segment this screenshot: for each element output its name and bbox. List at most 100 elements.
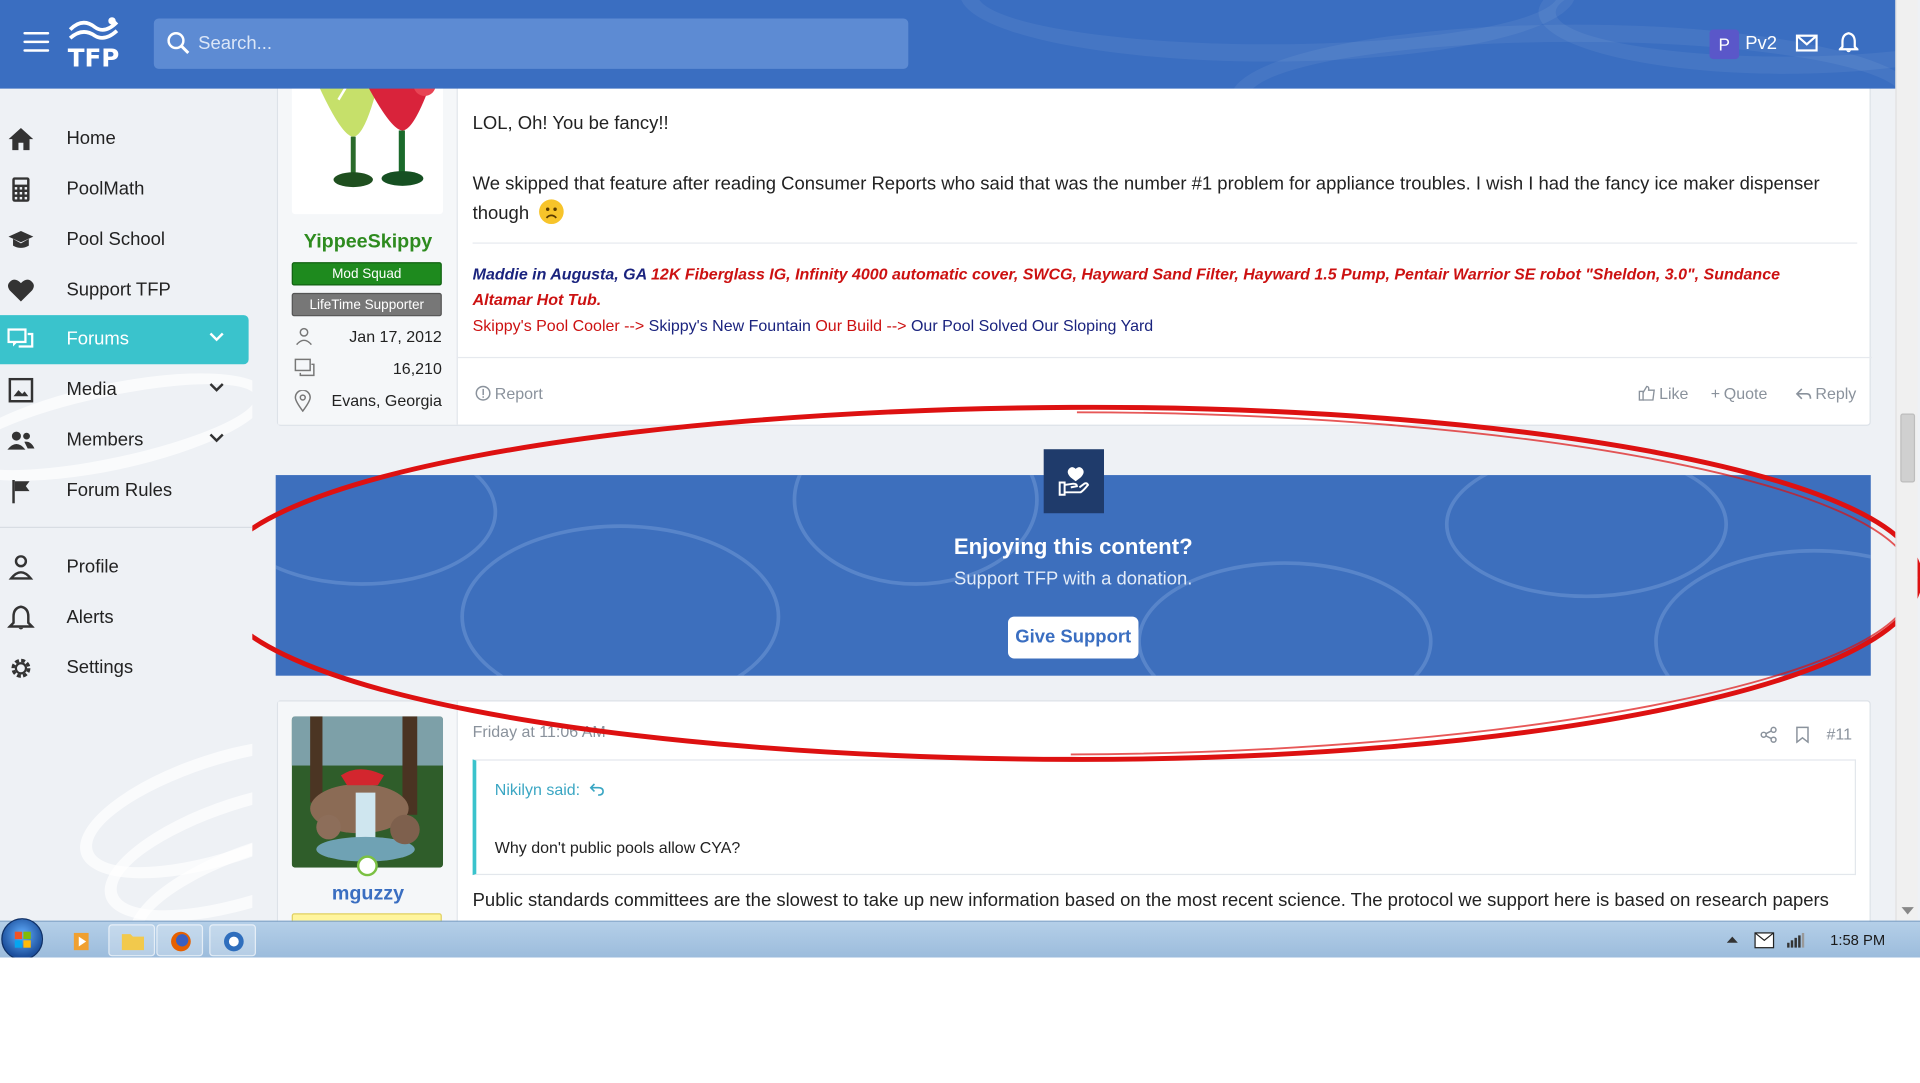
browser-viewport: YippeeSkippy Mod Squad LifeTime Supporte… (0, 0, 1920, 958)
quote-block: Nikilyn said: Why don't public pools all… (472, 759, 1856, 876)
home-icon (8, 127, 34, 151)
sidebar-item-label: PoolMath (66, 178, 145, 200)
messages-stat: 16,210 (292, 356, 442, 383)
sidebar-item-label: Media (66, 379, 117, 400)
taskbar-clock[interactable]: 1:58 PM (1830, 932, 1885, 949)
sidebar-item-forum-rules[interactable]: Forum Rules (0, 466, 249, 515)
sidebar-item-home[interactable]: Home (0, 114, 249, 163)
page-scrollbar[interactable] (1895, 0, 1918, 921)
taskbar-firefox[interactable] (156, 924, 204, 957)
like-button[interactable]: Like (1638, 384, 1688, 402)
signature-link-build[interactable]: Our Pool Solved Our Sloping Yard (911, 316, 1153, 334)
calculator-icon (12, 177, 30, 202)
windows-logo-icon (14, 931, 31, 948)
user-avatar-initial[interactable]: P (1709, 29, 1740, 60)
post-number[interactable]: #11 (1826, 725, 1852, 743)
share-icon[interactable] (1760, 726, 1777, 743)
gear-icon (11, 658, 31, 678)
post-text-line-2: We skipped that feature after reading Co… (472, 173, 1820, 195)
users-icon (7, 431, 35, 450)
post-username[interactable]: YippeeSkippy (278, 231, 458, 253)
sidebar-nav: Home PoolMath Pool School Support TFP Fo… (0, 88, 253, 921)
donation-heart-hand-icon (1043, 449, 1104, 514)
sidebar-item-support-tfp[interactable]: Support TFP (0, 266, 249, 315)
quote-button[interactable]: + Quote (1711, 384, 1768, 402)
sidebar-item-poolmath[interactable]: PoolMath (0, 165, 249, 214)
post-text-line-1: LOL, Oh! You be fancy!! (472, 113, 669, 135)
sidebar-item-label: Pool School (66, 228, 165, 250)
start-button[interactable] (1, 918, 44, 958)
online-status-icon (356, 855, 378, 877)
folder-icon (121, 934, 144, 951)
taskbar-app[interactable] (209, 924, 256, 957)
quote-label: Quote (1723, 383, 1768, 403)
bookmark-icon[interactable] (1796, 726, 1810, 744)
heart-icon (7, 279, 34, 302)
give-support-button[interactable]: Give Support (1007, 616, 1139, 659)
bell-icon[interactable] (1838, 32, 1859, 54)
post-text-though: though (472, 203, 530, 224)
hamburger-menu-icon[interactable] (23, 31, 50, 54)
taskbar-media-player[interactable] (57, 924, 104, 956)
top-header: TFP P Pv2 (0, 0, 1896, 89)
sidebar-item-forums[interactable]: Forums (0, 315, 249, 365)
post-user-info: mguzzy (278, 701, 458, 946)
scrollbar-thumb[interactable] (1900, 413, 1916, 483)
banner-subtitle: Support TFP with a donation. (953, 568, 1193, 590)
scroll-down-arrow-icon[interactable] (1901, 907, 1914, 915)
tray-mail-icon[interactable] (1754, 932, 1775, 949)
taskbar-file-explorer[interactable] (108, 924, 156, 957)
logo-text: TFP (67, 43, 120, 73)
search-bar[interactable] (153, 18, 909, 69)
sidebar-item-label: Alerts (66, 606, 114, 628)
user-avatar-waterfall[interactable] (291, 716, 444, 868)
sidebar-item-label: Support TFP (66, 279, 171, 301)
jump-to-quote-icon[interactable] (589, 782, 605, 797)
signature-equipment: Maddie in Augusta, GA 12K Fiberglass IG,… (473, 261, 1858, 287)
sidebar-item-alerts[interactable]: Alerts (0, 593, 249, 642)
logo-wave-icon (68, 17, 119, 40)
post-text-line-3: though (473, 199, 564, 229)
report-link[interactable]: Report (475, 384, 543, 402)
chevron-down-icon[interactable] (209, 433, 224, 443)
reply-button[interactable]: Reply (1795, 384, 1856, 402)
post-timestamp[interactable]: Friday at 11:06 AM (473, 722, 606, 740)
tfp-logo[interactable]: TFP (68, 15, 125, 74)
user-icon (8, 555, 34, 580)
tray-network-icon[interactable] (1787, 932, 1805, 948)
sidebar-item-settings[interactable]: Settings (0, 644, 249, 693)
firefox-icon (171, 931, 191, 952)
post-username[interactable]: mguzzy (278, 884, 458, 906)
sidebar-divider (0, 526, 253, 528)
sidebar-item-media[interactable]: Media (0, 366, 249, 415)
signature-link2-prefix: Our Build --> (815, 316, 907, 335)
sidebar-item-pool-school[interactable]: Pool School (0, 215, 249, 264)
signature-link1-prefix: Skippy's Pool Cooler --> (472, 316, 645, 335)
signature-equipment-text: 12K Fiberglass IG, Infinity 4000 automat… (651, 264, 1780, 284)
like-label: Like (1659, 383, 1689, 403)
quote-author[interactable]: Nikilyn said: (495, 780, 605, 799)
plus-icon: + (1710, 383, 1721, 403)
post-message-11: mguzzy Friday at 11:06 AM #11 Nikilyn sa… (276, 700, 1871, 947)
envelope-icon[interactable] (1795, 34, 1818, 52)
post-message-10: YippeeSkippy Mod Squad LifeTime Supporte… (276, 62, 1872, 426)
tray-expand-icon[interactable] (1726, 935, 1738, 944)
messages-icon (294, 358, 315, 377)
post-footer-divider (457, 356, 1872, 359)
reply-arrow-icon (1795, 388, 1812, 400)
chevron-down-icon[interactable] (209, 383, 224, 393)
lifetime-supporter-badge: LifeTime Supporter (291, 292, 442, 317)
joined-stat: Jan 17, 2012 (292, 324, 442, 351)
app-icon (223, 931, 244, 952)
search-input[interactable] (198, 18, 888, 69)
sidebar-item-members[interactable]: Members (0, 416, 249, 465)
signature-link-fountain[interactable]: Skippy's New Fountain (649, 316, 811, 334)
map-pin-icon (294, 390, 311, 413)
banner-title: Enjoying this content? (953, 534, 1193, 559)
flag-icon (12, 479, 30, 504)
sidebar-item-profile[interactable]: Profile (0, 543, 249, 592)
comments-icon (7, 328, 34, 348)
user-name[interactable]: Pv2 (1745, 33, 1777, 54)
location-value[interactable]: Evans, Georgia (332, 391, 442, 409)
chevron-down-icon[interactable] (209, 332, 224, 342)
